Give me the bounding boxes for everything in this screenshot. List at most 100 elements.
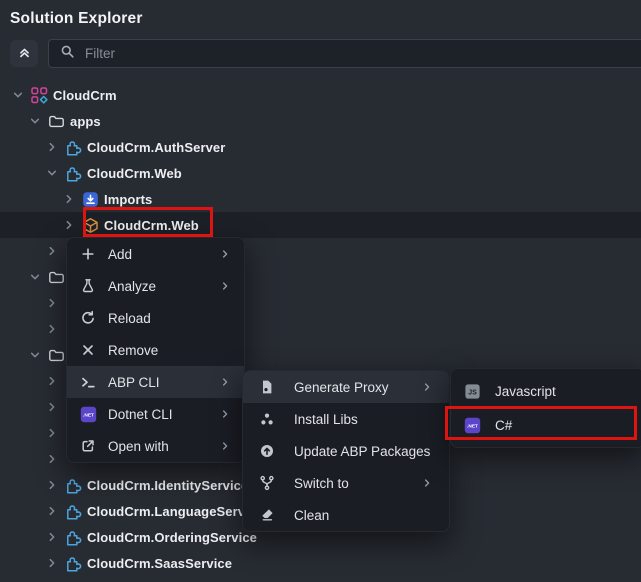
chevron-right-icon[interactable] <box>44 243 60 259</box>
tree-row-cloudcrm-saasservice[interactable]: CloudCrm.SaasService <box>0 550 641 576</box>
tree-row-label: CloudCrm.Web <box>87 166 182 181</box>
chevron-right-icon[interactable] <box>61 191 77 207</box>
submenu-arrow-icon <box>218 407 232 421</box>
search-icon <box>60 44 75 64</box>
filter-input[interactable] <box>85 46 630 61</box>
tree-row-cloudcrm-web[interactable]: CloudCrm.Web <box>0 160 641 186</box>
menu-item-dotnet-cli[interactable]: .NET Dotnet CLI <box>67 398 244 430</box>
branch-icon <box>258 474 276 492</box>
submenu-arrow-icon <box>420 476 434 490</box>
svg-text:JS: JS <box>468 389 477 396</box>
submenu-arrow-icon <box>218 247 232 261</box>
open-external-icon <box>79 437 97 455</box>
chevron-right-icon[interactable] <box>44 555 60 571</box>
abp-cli-submenu: Generate Proxy Install Libs Update ABP Pac… <box>242 370 450 532</box>
tree-row-label: apps <box>70 114 101 129</box>
tree-row-label: Imports <box>104 192 152 207</box>
tree-row-cloudcrm[interactable]: CloudCrm <box>0 82 641 108</box>
chevron-right-icon[interactable] <box>44 373 60 389</box>
menu-item-label: Remove <box>108 343 232 358</box>
menu-item-label: Clean <box>294 508 434 523</box>
project-icon <box>64 502 82 520</box>
svg-text:.NET: .NET <box>83 412 94 418</box>
menu-item-label: Add <box>108 247 207 262</box>
menu-item-add[interactable]: Add <box>67 238 244 270</box>
plus-icon <box>79 245 97 263</box>
tree-row-label: CloudCrm.AuthServer <box>87 140 225 155</box>
imports-icon <box>81 190 99 208</box>
submenu-arrow-icon <box>218 375 232 389</box>
menu-item-switch-to[interactable]: Switch to <box>243 467 449 499</box>
tree-row-label: CloudCrm.IdentityService <box>87 478 248 493</box>
eraser-icon <box>258 506 276 524</box>
tree-row-cloudcrm-web-package[interactable]: CloudCrm.Web <box>0 212 641 238</box>
menu-item-remove[interactable]: Remove <box>67 334 244 366</box>
tree-row-imports[interactable]: Imports <box>0 186 641 212</box>
update-icon <box>258 442 276 460</box>
refresh-icon <box>79 309 97 327</box>
chevron-right-icon[interactable] <box>44 295 60 311</box>
chevron-down-icon[interactable] <box>27 347 43 363</box>
project-icon <box>64 138 82 156</box>
menu-item-label: Dotnet CLI <box>108 407 207 422</box>
menu-item-generate-proxy[interactable]: Generate Proxy <box>243 371 449 403</box>
chevron-down-icon[interactable] <box>44 165 60 181</box>
chevron-right-icon[interactable] <box>44 139 60 155</box>
chevron-right-icon[interactable] <box>61 217 77 233</box>
dotnet-icon: .NET <box>463 416 481 434</box>
menu-item-label: C# <box>495 418 632 433</box>
menu-item-install-libs[interactable]: Install Libs <box>243 403 449 435</box>
project-icon <box>64 528 82 546</box>
chevron-right-icon[interactable] <box>44 451 60 467</box>
menu-item-csharp[interactable]: .NET C# <box>451 408 641 442</box>
folder-icon <box>47 346 65 364</box>
submenu-arrow-icon <box>218 439 232 453</box>
tree-row-apps[interactable]: apps <box>0 108 641 134</box>
close-icon <box>79 341 97 359</box>
tree-row-cloudcrm-authserver[interactable]: CloudCrm.AuthServer <box>0 134 641 160</box>
chevron-right-icon[interactable] <box>44 399 60 415</box>
chevron-right-icon[interactable] <box>44 321 60 337</box>
menu-item-javascript[interactable]: JS Javascript <box>451 374 641 408</box>
filter-bar <box>48 39 641 68</box>
project-icon <box>64 164 82 182</box>
generate-proxy-submenu: JS Javascript .NET C# <box>450 368 641 448</box>
folder-icon <box>47 268 65 286</box>
menu-item-open-with[interactable]: Open with <box>67 430 244 462</box>
chevron-right-icon[interactable] <box>44 503 60 519</box>
menu-item-reload[interactable]: Reload <box>67 302 244 334</box>
project-icon <box>64 476 82 494</box>
package-icon <box>81 216 99 234</box>
chevron-down-icon[interactable] <box>27 113 43 129</box>
chevron-right-icon[interactable] <box>44 529 60 545</box>
menu-item-abp-cli[interactable]: ABP CLI <box>67 366 244 398</box>
menu-item-label: Update ABP Packages <box>294 444 434 459</box>
chevron-right-icon[interactable] <box>44 477 60 493</box>
tree-row-label: CloudCrm.LanguageService <box>87 504 264 519</box>
svg-text:.NET: .NET <box>467 423 478 429</box>
collapse-all-icon <box>17 44 32 64</box>
menu-item-label: Reload <box>108 311 232 326</box>
menu-item-label: Open with <box>108 439 207 454</box>
menu-item-analyze[interactable]: Analyze <box>67 270 244 302</box>
tree-row-label: CloudCrm.SaasService <box>87 556 232 571</box>
solution-icon <box>30 86 48 104</box>
chevron-down-icon[interactable] <box>27 269 43 285</box>
menu-item-label: Install Libs <box>294 412 434 427</box>
chevron-right-icon[interactable] <box>44 425 60 441</box>
flask-icon <box>79 277 97 295</box>
tree-row-label: CloudCrm.OrderingService <box>87 530 257 545</box>
collapse-all-button[interactable] <box>10 40 38 67</box>
context-menu: Add Analyze Reload Remove ABP CLI .NET Dotnet … <box>66 237 245 463</box>
menu-item-label: Analyze <box>108 279 207 294</box>
menu-item-label: ABP CLI <box>108 375 207 390</box>
file-icon <box>258 378 276 396</box>
menu-item-label: Javascript <box>495 384 632 399</box>
chevron-down-icon[interactable] <box>10 87 26 103</box>
submenu-arrow-icon <box>420 380 434 394</box>
menu-item-update-abp-packages[interactable]: Update ABP Packages <box>243 435 449 467</box>
tree-row-label: CloudCrm.Web <box>104 218 199 233</box>
dotnet-icon: .NET <box>79 405 97 423</box>
menu-item-label: Switch to <box>294 476 402 491</box>
menu-item-clean[interactable]: Clean <box>243 499 449 531</box>
